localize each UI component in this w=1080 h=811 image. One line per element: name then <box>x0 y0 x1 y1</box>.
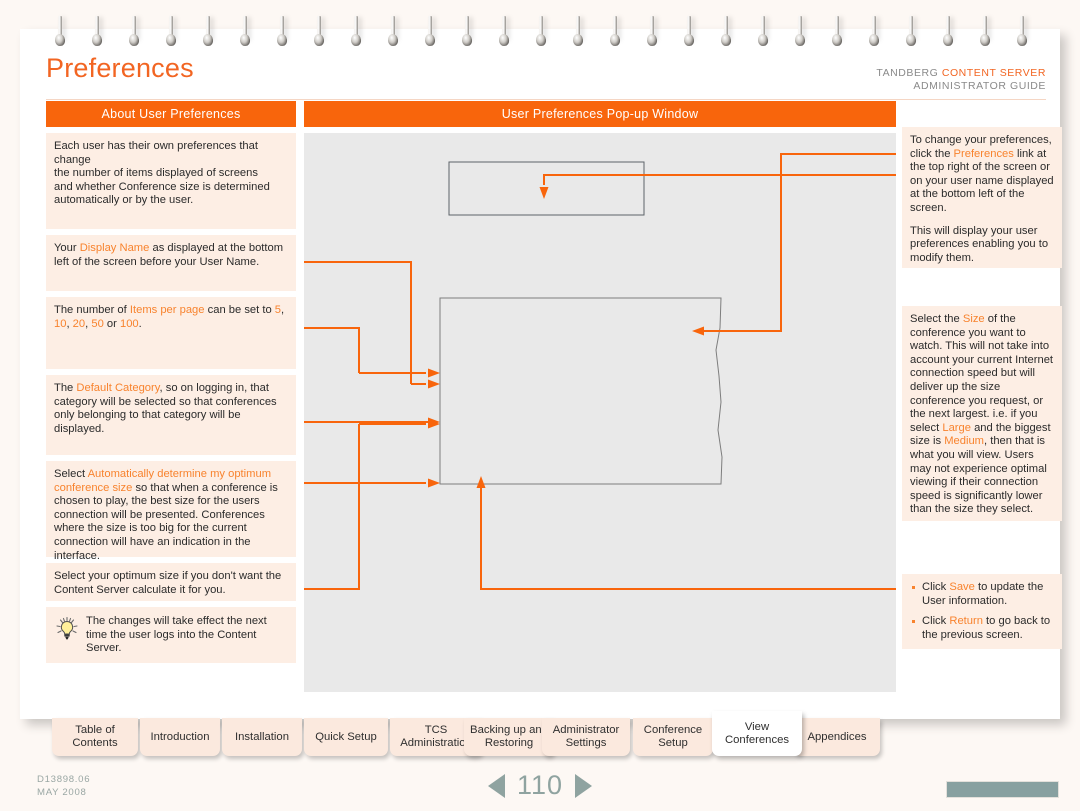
left-column: About User Preferences Each user has the… <box>46 101 296 663</box>
tab-backing-up-and-restoring[interactable]: Backing up and Restoring <box>464 718 554 756</box>
binding-ring <box>498 16 510 47</box>
binding-ring <box>202 16 214 47</box>
note-intro: Each user has their own preferences that… <box>46 133 296 229</box>
guide-identifier: TANDBERG CONTENT SERVER ADMINISTRATOR GU… <box>876 67 1046 93</box>
corner-color-bar <box>946 781 1059 798</box>
callout-top <box>543 174 896 185</box>
right-bullets-note: Click Save to update the User informatio… <box>902 574 1062 650</box>
right-bullet-list: Click Save to update the User informatio… <box>910 581 1056 642</box>
tab-conference-setup[interactable]: Conference Setup <box>633 718 713 756</box>
tab-label: Installation <box>234 730 289 743</box>
spiral-binding <box>0 0 1080 48</box>
binding-ring <box>609 16 621 47</box>
tab-label: Administrator Settings <box>552 724 620 749</box>
middle-column-heading: User Preferences Pop-up Window <box>304 101 896 127</box>
tab-label: Quick Setup <box>315 730 377 743</box>
page-title: Preferences <box>46 53 194 83</box>
binding-ring <box>831 16 843 47</box>
note-size: Select the Size of the conference you wa… <box>902 306 1062 521</box>
content-band: About User Preferences Each user has the… <box>34 101 1062 701</box>
list-item: Click Return to go back to the previous … <box>910 615 1056 642</box>
binding-ring <box>720 16 732 47</box>
tab-label: Appendices <box>807 730 867 743</box>
binding-ring <box>239 16 251 47</box>
page-number: 110 <box>516 770 564 800</box>
tab-administrator-settings[interactable]: Administrator Settings <box>542 718 630 756</box>
binding-ring <box>683 16 695 47</box>
note-auto-size: Select Automatically determine my optimu… <box>46 461 296 562</box>
tab-quick-setup[interactable]: Quick Setup <box>304 718 388 756</box>
popup-main-box <box>439 297 723 485</box>
binding-ring <box>905 16 917 47</box>
header-divider <box>46 99 1046 100</box>
tab-introduction[interactable]: Introduction <box>140 718 220 756</box>
binding-ring <box>461 16 473 47</box>
tab-label: Backing up and Restoring <box>470 724 548 749</box>
binding-ring <box>868 16 880 47</box>
tab-label: Conference Setup <box>643 724 703 749</box>
middle-column: User Preferences Pop-up Window <box>304 101 896 692</box>
lightbulb-icon <box>54 616 80 642</box>
binding-ring <box>387 16 399 47</box>
callout-diagram <box>304 153 896 590</box>
page-sheet: Preferences TANDBERG CONTENT SERVER ADMI… <box>20 29 1062 719</box>
chapter-tab-bar[interactable]: Table of Contents Introduction Installatio… <box>20 711 1060 762</box>
callout-bottom <box>480 488 896 590</box>
binding-ring <box>757 16 769 47</box>
page-navigation[interactable]: 110 <box>0 770 1080 801</box>
callout-left-arrowheads <box>428 368 440 488</box>
tip-text: The changes will take effect the next ti… <box>86 615 267 655</box>
binding-ring <box>276 16 288 47</box>
binding-ring <box>424 16 436 47</box>
binding-ring <box>1016 16 1028 47</box>
tip-note: The changes will take effect the next ti… <box>46 607 296 663</box>
tab-label: TCS Administration <box>400 724 472 749</box>
guide-product: CONTENT SERVER <box>941 67 1046 79</box>
tab-table-of-contents[interactable]: Table of Contents <box>52 718 138 756</box>
screenshot-figure <box>304 133 896 692</box>
binding-ring <box>313 16 325 47</box>
callout-left-lines <box>304 261 432 590</box>
binding-ring <box>646 16 658 47</box>
note-display-name: Your Display Name as displayed at the bo… <box>46 235 296 291</box>
list-item: Click Save to update the User informatio… <box>910 581 1056 608</box>
binding-ring <box>128 16 140 47</box>
binding-ring <box>535 16 547 47</box>
note-change-prefs: To change your preferences, click the Pr… <box>902 127 1062 268</box>
tab-label: View Conferences <box>724 720 790 746</box>
right-notes-list: To change your preferences, click the Pr… <box>902 127 1062 521</box>
arrow-head-top <box>539 187 549 199</box>
tab-label: Introduction <box>150 730 210 743</box>
guide-brand: TANDBERG <box>876 67 942 79</box>
tab-appendices[interactable]: Appendices <box>794 718 880 756</box>
callout-right <box>704 153 896 332</box>
binding-ring <box>165 16 177 47</box>
guide-line-2: ADMINISTRATOR GUIDE <box>913 80 1046 92</box>
binding-ring <box>54 16 66 47</box>
binding-ring <box>572 16 584 47</box>
binding-ring <box>91 16 103 47</box>
arrow-head-right <box>692 326 704 336</box>
binding-ring <box>979 16 991 47</box>
guide-line-1: TANDBERG CONTENT SERVER <box>876 67 1046 80</box>
arrow-head-bottom <box>476 476 486 488</box>
note-optimum-size: Select your optimum size if you don't wa… <box>46 563 296 601</box>
binding-ring <box>942 16 954 47</box>
binding-ring <box>350 16 362 47</box>
binding-ring <box>794 16 806 47</box>
left-column-heading: About User Preferences <box>46 101 296 127</box>
triangle-left-icon[interactable] <box>487 773 505 798</box>
tab-view-conferences[interactable]: View Conferences <box>712 711 802 756</box>
note-items-per-page: The number of Items per page can be set … <box>46 297 296 369</box>
tab-label: Table of Contents <box>72 724 118 749</box>
note-default-category: The Default Category, so on logging in, … <box>46 375 296 455</box>
tab-installation[interactable]: Installation <box>222 718 302 756</box>
triangle-right-icon[interactable] <box>575 773 593 798</box>
right-column: To change your preferences, click the Pr… <box>902 101 1062 650</box>
left-notes-list: Each user has their own preferences that… <box>46 133 296 601</box>
